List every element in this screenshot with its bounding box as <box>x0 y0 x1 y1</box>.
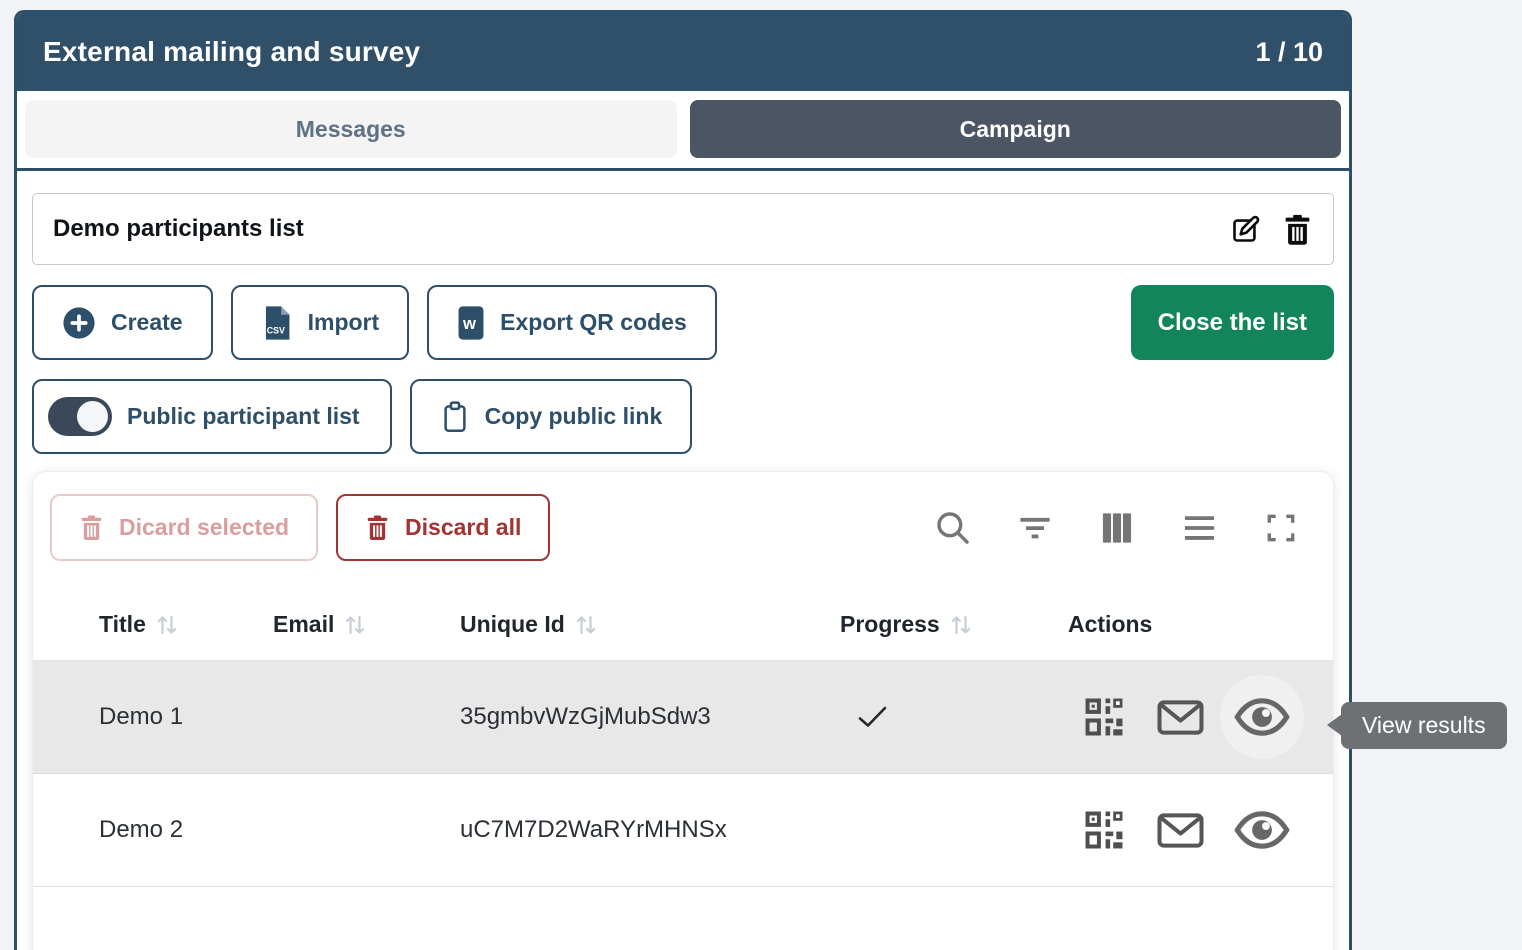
cell-title: Demo 1 <box>99 703 273 731</box>
search-button[interactable] <box>934 509 971 546</box>
csv-file-icon: CSV <box>261 305 293 341</box>
mailing-survey-panel: External mailing and survey 1 / 10 Messa… <box>14 10 1352 950</box>
discard-all-label: Discard all <box>405 514 521 541</box>
tab-campaign[interactable]: Campaign <box>690 100 1342 158</box>
columns-button[interactable] <box>1099 510 1135 546</box>
edit-list-name-button[interactable] <box>1229 213 1262 246</box>
export-qr-button[interactable]: w Export QR codes <box>427 285 717 360</box>
view-results-eye-icon[interactable] <box>1220 788 1304 872</box>
create-button[interactable]: Create <box>32 285 213 360</box>
tab-campaign-label: Campaign <box>960 116 1071 143</box>
participant-list-name: Demo participants list <box>53 215 304 243</box>
qr-code-icon[interactable] <box>1068 810 1140 850</box>
page-title: External mailing and survey <box>43 36 420 68</box>
search-icon <box>934 509 971 546</box>
columns-icon <box>1099 510 1135 546</box>
column-header-progress[interactable]: Progress <box>840 611 1068 638</box>
import-button-label: Import <box>308 309 380 336</box>
fullscreen-icon <box>1264 511 1298 545</box>
discard-selected-label: Dicard selected <box>119 514 289 541</box>
panel-titlebar: External mailing and survey 1 / 10 <box>17 13 1349 91</box>
check-icon <box>856 704 1068 730</box>
cell-title: Demo 2 <box>99 816 273 844</box>
close-list-button[interactable]: Close the list <box>1131 285 1334 360</box>
page-counter: 1 / 10 <box>1255 37 1323 68</box>
qr-code-icon[interactable] <box>1068 697 1140 737</box>
clipboard-icon <box>440 400 470 434</box>
create-button-label: Create <box>111 309 183 336</box>
public-link-row: Public participant list Copy public link <box>32 379 1334 454</box>
export-qr-button-label: Export QR codes <box>500 309 687 336</box>
fullscreen-button[interactable] <box>1264 511 1298 545</box>
participant-list-name-box: Demo participants list <box>32 193 1334 265</box>
row-height-button[interactable] <box>1181 510 1218 546</box>
discard-selected-button[interactable]: Dicard selected <box>50 494 318 561</box>
cell-unique-id: uC7M7D2WaRYrMHNSx <box>460 816 840 844</box>
send-email-icon[interactable] <box>1140 812 1220 849</box>
discard-all-button[interactable]: Discard all <box>336 494 550 561</box>
tab-bar: Messages Campaign <box>17 91 1349 171</box>
column-header-email[interactable]: Email <box>273 611 460 638</box>
table-toolbar: Dicard selected Discard all <box>33 494 1333 561</box>
view-results-tooltip: View results <box>1341 702 1507 749</box>
column-header-title[interactable]: Title <box>99 611 273 638</box>
public-participant-list-toggle-button[interactable]: Public participant list <box>32 379 392 454</box>
table-tools <box>934 509 1298 546</box>
rows-icon <box>1181 510 1218 546</box>
sort-icon <box>156 613 178 637</box>
copy-public-link-button[interactable]: Copy public link <box>410 379 693 454</box>
cell-unique-id: 35gmbvWzGjMubSdw3 <box>460 703 840 731</box>
public-toggle-label: Public participant list <box>127 403 360 430</box>
column-header-actions: Actions <box>1068 611 1333 638</box>
column-header-unique-id[interactable]: Unique Id <box>460 611 840 638</box>
plus-circle-icon <box>62 306 96 340</box>
trash-icon <box>79 514 104 541</box>
tab-messages-label: Messages <box>296 116 406 143</box>
filter-icon <box>1017 511 1053 545</box>
trash-icon <box>1282 213 1313 246</box>
participants-table-card: Dicard selected Discard all <box>32 471 1334 950</box>
svg-text:CSV: CSV <box>266 325 284 335</box>
filter-button[interactable] <box>1017 511 1053 545</box>
sort-icon <box>344 613 366 637</box>
copy-link-button-label: Copy public link <box>485 403 663 430</box>
close-list-button-label: Close the list <box>1158 309 1307 336</box>
table-header-row: Title Email <box>33 589 1333 661</box>
cell-actions <box>1068 675 1333 759</box>
import-button[interactable]: CSV Import <box>231 285 410 360</box>
table-row[interactable]: Demo 1 35gmbvWzGjMubSdw3 <box>33 661 1333 774</box>
pencil-square-icon <box>1229 213 1262 246</box>
send-email-icon[interactable] <box>1140 699 1220 736</box>
w-document-icon: w <box>457 305 485 341</box>
trash-icon <box>365 514 390 541</box>
cell-actions <box>1068 788 1333 872</box>
sort-icon <box>950 613 972 637</box>
toggle-switch[interactable] <box>48 397 112 436</box>
campaign-content: Demo participants list <box>17 171 1349 950</box>
view-results-eye-icon[interactable] <box>1220 675 1304 759</box>
cell-progress <box>840 704 1068 730</box>
tooltip-text: View results <box>1362 712 1486 739</box>
delete-list-button[interactable] <box>1282 213 1313 246</box>
sort-icon <box>575 613 597 637</box>
svg-text:w: w <box>462 314 476 333</box>
table-row[interactable]: Demo 2 uC7M7D2WaRYrMHNSx <box>33 774 1333 887</box>
tab-messages[interactable]: Messages <box>25 100 677 158</box>
list-actions-row: Create CSV Import w <box>32 285 1334 360</box>
